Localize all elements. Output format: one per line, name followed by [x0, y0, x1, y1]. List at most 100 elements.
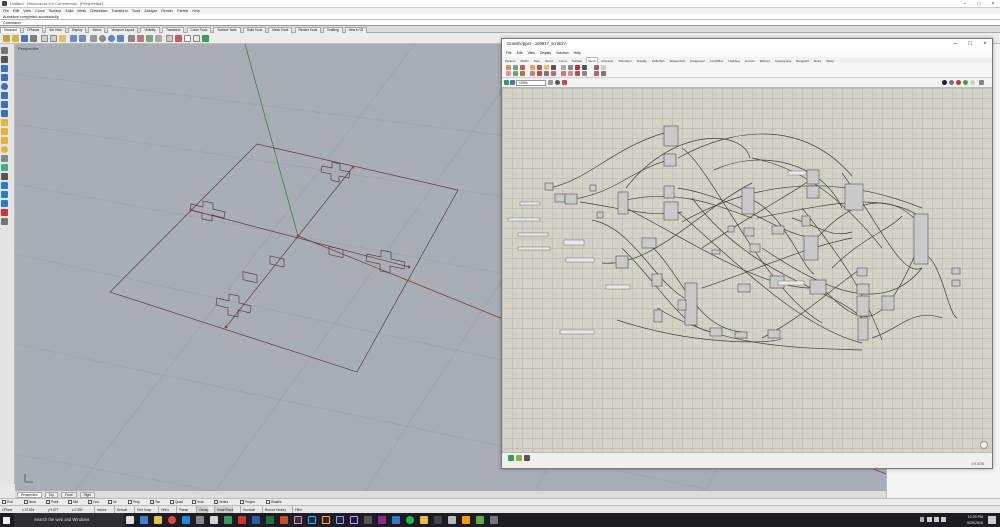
skype-icon[interactable] — [392, 516, 400, 524]
redo-icon[interactable] — [79, 35, 86, 42]
taskbar-search[interactable]: Search the web and Windows — [14, 513, 124, 527]
new-file-icon[interactable] — [3, 35, 10, 42]
tray-arrow-icon[interactable] — [920, 517, 924, 522]
checkbox-icon[interactable] — [2, 500, 6, 505]
settings-icon[interactable] — [448, 516, 456, 524]
properties-icon[interactable] — [155, 35, 162, 42]
trim-icon[interactable] — [1, 182, 8, 189]
illustrator-icon[interactable] — [322, 516, 330, 524]
excel-icon[interactable] — [266, 516, 274, 524]
preview-selected-icon[interactable] — [963, 80, 968, 85]
gh-menu-solution[interactable]: Solution — [556, 50, 568, 57]
polygon-icon[interactable] — [1, 110, 8, 117]
checkbox-icon[interactable] — [46, 500, 50, 505]
move-icon[interactable] — [1, 218, 8, 225]
mesh-component-icon[interactable] — [506, 65, 511, 70]
mesh-component-icon[interactable] — [568, 71, 573, 76]
checkbox-icon[interactable] — [108, 500, 112, 505]
volume-icon[interactable] — [934, 517, 939, 522]
cplane-icon[interactable] — [137, 35, 144, 42]
four-views-icon[interactable] — [128, 35, 135, 42]
rhino-taskbar-icon[interactable] — [210, 516, 218, 524]
mesh-component-icon[interactable] — [575, 65, 580, 70]
recent-files-icon[interactable] — [524, 455, 530, 461]
windows-start-icon[interactable] — [3, 517, 10, 524]
app-icon[interactable] — [364, 516, 372, 524]
checkbox-icon[interactable] — [128, 500, 132, 505]
sketch-icon[interactable] — [562, 80, 567, 85]
minimize-icon[interactable]: – — [958, 0, 972, 8]
checkbox-icon[interactable] — [24, 500, 28, 505]
explode-icon[interactable] — [1, 209, 8, 216]
open-file-icon[interactable] — [504, 80, 509, 85]
gh-menu-help[interactable]: Help — [574, 50, 581, 57]
pan-icon[interactable] — [90, 35, 97, 42]
onenote-icon[interactable] — [378, 516, 386, 524]
save-icon[interactable] — [510, 80, 515, 85]
rotate-view-icon[interactable] — [99, 35, 106, 42]
network-icon[interactable] — [927, 517, 932, 522]
undo-icon[interactable] — [70, 35, 77, 42]
mesh-component-icon[interactable] — [561, 65, 566, 70]
gh-menu-display[interactable]: Display — [540, 50, 551, 57]
chrome-icon[interactable] — [168, 516, 176, 524]
preview-shaded-icon[interactable] — [956, 80, 961, 85]
taskbar-search-text[interactable]: Search the web and Windows — [34, 513, 89, 527]
circle-icon[interactable] — [1, 83, 8, 90]
battery-icon[interactable] — [941, 517, 946, 522]
navigation-widget-icon[interactable] — [980, 441, 988, 449]
rectangle-icon[interactable] — [1, 101, 8, 108]
mesh-component-icon[interactable] — [568, 65, 573, 70]
checkbox-icon[interactable] — [150, 500, 154, 505]
mesh-component-icon[interactable] — [520, 71, 525, 76]
copy-icon[interactable] — [50, 35, 57, 42]
mesh-component-icon[interactable] — [537, 71, 542, 76]
solid-box-icon[interactable] — [1, 137, 8, 144]
premiere-icon[interactable] — [336, 516, 344, 524]
minimize-icon[interactable]: – — [948, 40, 962, 49]
light-icon[interactable] — [184, 35, 191, 42]
mesh-component-icon[interactable] — [544, 65, 549, 70]
powerpoint-icon[interactable] — [280, 516, 288, 524]
open-file-icon[interactable] — [12, 35, 19, 42]
surface-icon[interactable] — [1, 119, 8, 126]
grasshopper-taskbar-icon[interactable] — [224, 516, 232, 524]
preview-off-icon[interactable] — [942, 80, 947, 85]
paste-icon[interactable] — [59, 35, 66, 42]
app-icon[interactable] — [490, 516, 498, 524]
checkbox-icon[interactable] — [240, 500, 244, 505]
spotify-icon[interactable] — [406, 516, 414, 524]
grasshopper-icon[interactable] — [202, 35, 209, 42]
split-icon[interactable] — [1, 191, 8, 198]
zoom-extents-icon[interactable] — [117, 35, 124, 42]
mesh-icon[interactable] — [1, 155, 8, 162]
settings-icon[interactable] — [979, 80, 984, 85]
checkbox-icon[interactable] — [170, 500, 174, 505]
mesh-component-icon[interactable] — [537, 65, 542, 70]
vlc-icon[interactable] — [462, 516, 470, 524]
curve-icon[interactable] — [1, 74, 8, 81]
gh-menu-file[interactable]: File — [506, 50, 511, 57]
calculator-icon[interactable] — [196, 516, 204, 524]
polyline-icon[interactable] — [1, 65, 8, 72]
mesh-component-icon[interactable] — [601, 71, 606, 76]
layer-icon[interactable] — [146, 35, 153, 42]
gh-menu-view[interactable]: View — [528, 50, 535, 57]
point-icon[interactable] — [1, 56, 8, 63]
print-icon[interactable] — [30, 35, 37, 42]
checkbox-icon[interactable] — [88, 500, 92, 505]
join-icon[interactable] — [1, 200, 8, 207]
options-icon[interactable] — [193, 35, 200, 42]
word-icon[interactable] — [252, 516, 260, 524]
text-icon[interactable] — [1, 173, 8, 180]
edge-icon[interactable] — [140, 516, 148, 524]
action-center-icon[interactable] — [988, 516, 996, 524]
maximize-icon[interactable]: □ — [963, 40, 977, 49]
close-icon[interactable]: × — [978, 40, 992, 49]
task-view-icon[interactable] — [126, 516, 134, 524]
file-explorer-icon[interactable] — [154, 516, 162, 524]
steam-icon[interactable] — [434, 516, 442, 524]
mesh-component-icon[interactable] — [582, 65, 587, 70]
checkbox-icon[interactable] — [68, 500, 72, 505]
mesh-component-icon[interactable] — [601, 65, 606, 70]
